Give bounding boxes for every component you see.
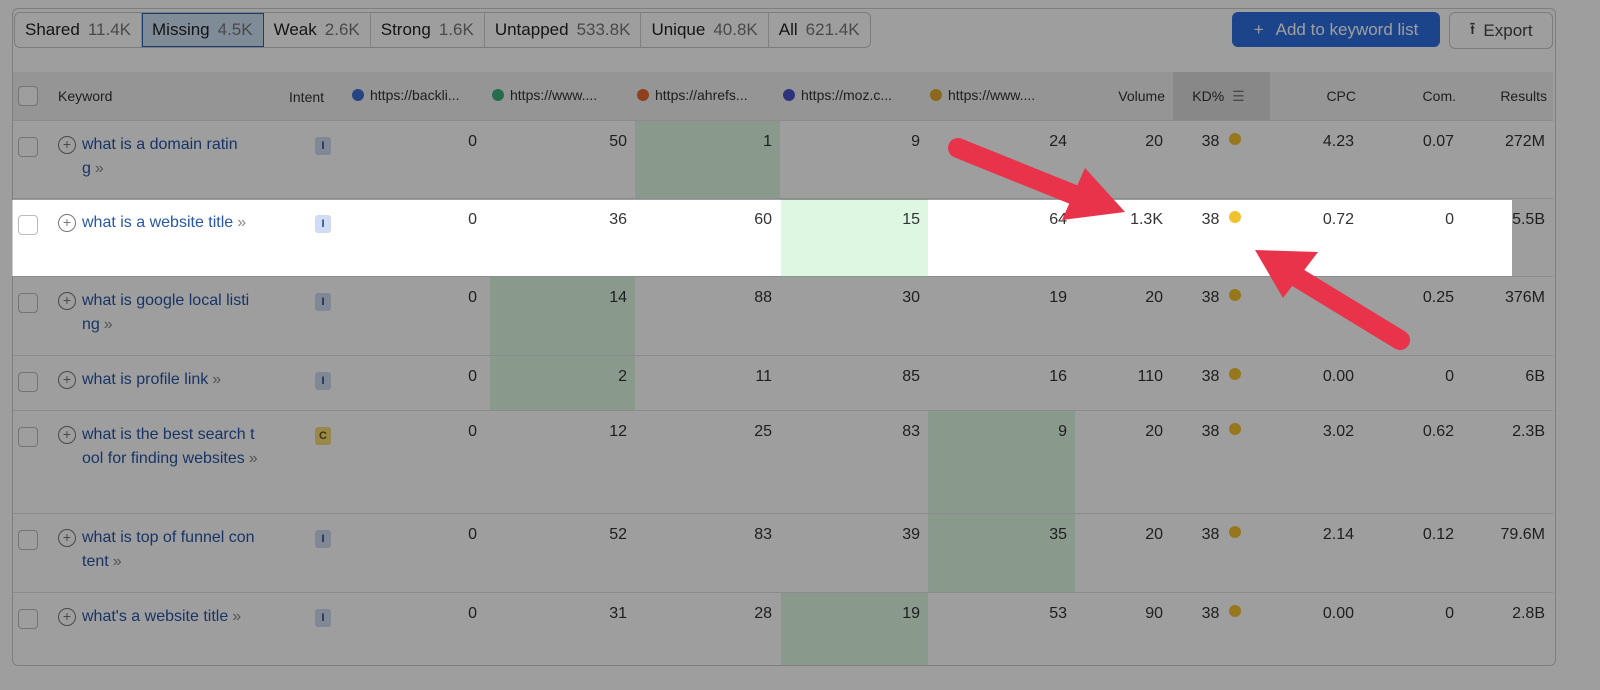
annotation-arrows <box>948 138 1410 350</box>
arrow-to-volume <box>948 138 1125 220</box>
arrow-to-kd <box>1255 250 1410 350</box>
